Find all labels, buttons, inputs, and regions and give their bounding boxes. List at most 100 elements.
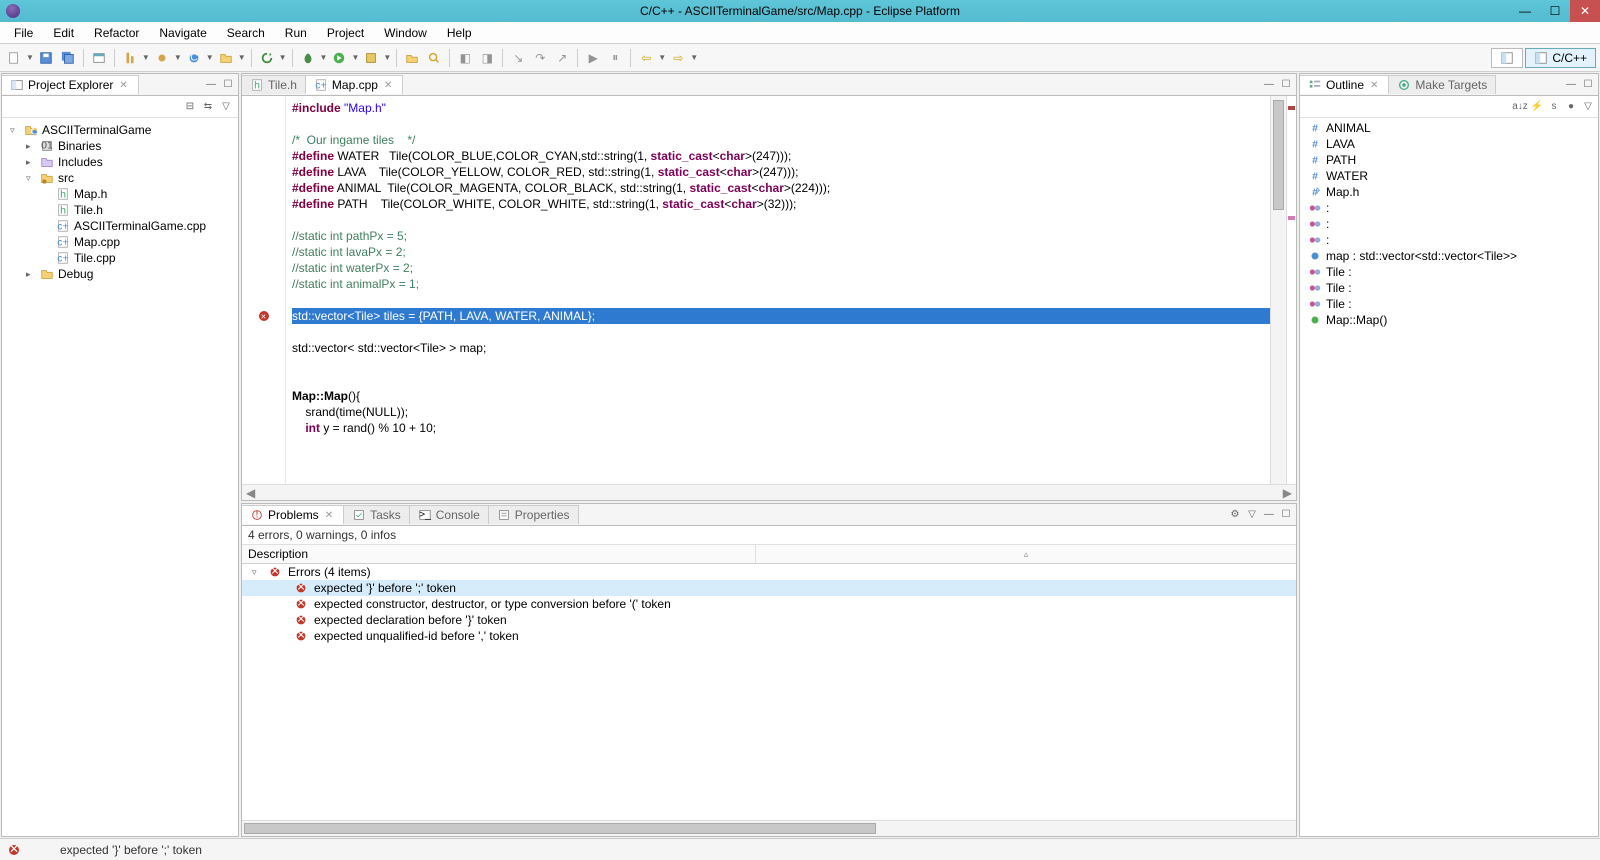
- outline-item[interactable]: #WATER: [1302, 168, 1596, 184]
- suspend-button[interactable]: ⏸: [605, 48, 625, 68]
- minimize-view-button[interactable]: —: [1563, 77, 1579, 93]
- overview-ruler[interactable]: [1286, 96, 1296, 484]
- tab-tasks[interactable]: Tasks: [344, 505, 410, 524]
- close-icon[interactable]: ✕: [117, 80, 129, 91]
- problems-group-errors[interactable]: ▿✕Errors (4 items): [242, 564, 1296, 580]
- search-button[interactable]: [424, 48, 444, 68]
- code-area[interactable]: #include "Map.h" /* Our ingame tiles */#…: [286, 96, 1270, 484]
- outline-item[interactable]: Tile :: [1302, 280, 1596, 296]
- problems-header[interactable]: Description ▵: [242, 545, 1296, 564]
- code-line[interactable]: #define WATER Tile(COLOR_BLUE,COLOR_CYAN…: [292, 148, 1270, 164]
- refresh-button[interactable]: [257, 48, 277, 68]
- hide-static-button[interactable]: s: [1546, 99, 1562, 115]
- code-line[interactable]: #define PATH Tile(COLOR_WHITE, COLOR_WHI…: [292, 196, 1270, 212]
- code-line[interactable]: int y = rand() % 10 + 10;: [292, 420, 1270, 436]
- vertical-scrollbar[interactable]: [1270, 96, 1286, 484]
- menu-navigate[interactable]: Navigate: [149, 24, 216, 42]
- project-tree[interactable]: ▿CASCIITerminalGame▸01Binaries▸Includes▿…: [2, 118, 238, 836]
- tree-folder-debug[interactable]: ▸Debug: [4, 266, 236, 282]
- toggle-button-2[interactable]: ◨: [477, 48, 497, 68]
- tab-project-explorer[interactable]: Project Explorer ✕: [2, 75, 139, 94]
- code-line[interactable]: Map::Map(){: [292, 388, 1270, 404]
- step-button-1[interactable]: ↘: [508, 48, 528, 68]
- code-line[interactable]: //static int animalPx = 1;: [292, 276, 1270, 292]
- problem-row[interactable]: ✕expected '}' before ';' token: [242, 580, 1296, 596]
- view-menu-button[interactable]: ▽: [218, 99, 234, 115]
- nav-back-button[interactable]: ⇦: [636, 48, 656, 68]
- outline-item[interactable]: Tile :: [1302, 264, 1596, 280]
- menu-window[interactable]: Window: [374, 24, 437, 42]
- error-marker-icon[interactable]: [259, 311, 269, 321]
- outline-item[interactable]: Map::Map(): [1302, 312, 1596, 328]
- code-line[interactable]: //static int waterPx = 2;: [292, 260, 1270, 276]
- menu-project[interactable]: Project: [317, 24, 374, 42]
- code-line[interactable]: /* Our ingame tiles */: [292, 132, 1270, 148]
- code-line[interactable]: //static int pathPx = 5;: [292, 228, 1270, 244]
- window-maximize-button[interactable]: ☐: [1540, 0, 1570, 22]
- editor-tab[interactable]: hTile.h: [242, 75, 306, 94]
- outline-item[interactable]: map : std::vector<std::vector<Tile>>: [1302, 248, 1596, 264]
- tree-file[interactable]: hTile.h: [4, 202, 236, 218]
- tree-file[interactable]: c+Tile.cpp: [4, 250, 236, 266]
- minimize-view-button[interactable]: —: [203, 77, 219, 93]
- code-line[interactable]: std::vector< std::vector<Tile> > map;: [292, 340, 1270, 356]
- hscroll-right-icon[interactable]: ▶: [1283, 486, 1292, 500]
- open-perspective-button[interactable]: [1491, 48, 1523, 68]
- code-line[interactable]: [292, 324, 1270, 340]
- new-button[interactable]: [4, 48, 24, 68]
- save-all-button[interactable]: [58, 48, 78, 68]
- editor-tab[interactable]: c+Map.cpp✕: [306, 75, 403, 94]
- problem-row[interactable]: ✕expected constructor, destructor, or ty…: [242, 596, 1296, 612]
- new-folder-button[interactable]: [216, 48, 236, 68]
- switch-editor-button[interactable]: [89, 48, 109, 68]
- tree-folder-binaries[interactable]: ▸01Binaries: [4, 138, 236, 154]
- code-line[interactable]: std::vector<Tile> tiles = {PATH, LAVA, W…: [292, 308, 1270, 324]
- outline-item[interactable]: Tile :: [1302, 296, 1596, 312]
- step-button-3[interactable]: ↗: [552, 48, 572, 68]
- hscroll-left-icon[interactable]: ◀: [246, 486, 255, 500]
- tree-file[interactable]: c+ASCIITerminalGame.cpp: [4, 218, 236, 234]
- maximize-view-button[interactable]: ☐: [1580, 77, 1596, 93]
- hide-fields-button[interactable]: ⚡: [1529, 99, 1545, 115]
- minimize-view-button[interactable]: —: [1261, 507, 1277, 523]
- problems-list[interactable]: ▿✕Errors (4 items)✕expected '}' before '…: [242, 564, 1296, 820]
- tree-project-root[interactable]: ▿CASCIITerminalGame: [4, 122, 236, 138]
- code-line[interactable]: [292, 356, 1270, 372]
- editor-maximize-button[interactable]: ☐: [1278, 77, 1294, 93]
- toggle-button-1[interactable]: ◧: [455, 48, 475, 68]
- menu-refactor[interactable]: Refactor: [84, 24, 149, 42]
- new-class-button[interactable]: C: [184, 48, 204, 68]
- close-icon[interactable]: ✕: [323, 510, 335, 521]
- outline-item[interactable]: #PATH: [1302, 152, 1596, 168]
- menu-edit[interactable]: Edit: [43, 24, 84, 42]
- tree-file[interactable]: c+Map.cpp: [4, 234, 236, 250]
- menu-run[interactable]: Run: [275, 24, 317, 42]
- c-cpp-perspective-button[interactable]: C/C++: [1525, 48, 1596, 68]
- expand-columns-icon[interactable]: ▵: [756, 545, 1296, 563]
- window-minimize-button[interactable]: —: [1510, 0, 1540, 22]
- problem-row[interactable]: ✕expected unqualified-id before ',' toke…: [242, 628, 1296, 644]
- menu-search[interactable]: Search: [217, 24, 275, 42]
- nav-forward-button[interactable]: ⇨: [668, 48, 688, 68]
- hide-nonpublic-button[interactable]: ●: [1563, 99, 1579, 115]
- code-line[interactable]: [292, 372, 1270, 388]
- tree-folder-src[interactable]: ▿src: [4, 170, 236, 186]
- code-line[interactable]: [292, 116, 1270, 132]
- code-line[interactable]: #define LAVA Tile(COLOR_YELLOW, COLOR_RE…: [292, 164, 1270, 180]
- outline-item[interactable]: #Map.h: [1302, 184, 1596, 200]
- build-button[interactable]: [120, 48, 140, 68]
- collapse-all-button[interactable]: ⊟: [182, 99, 198, 115]
- step-button-2[interactable]: ↷: [530, 48, 550, 68]
- debug-button[interactable]: [298, 48, 318, 68]
- problem-row[interactable]: ✕expected declaration before '}' token: [242, 612, 1296, 628]
- maximize-view-button[interactable]: ☐: [1278, 507, 1294, 523]
- code-line[interactable]: srand(time(NULL));: [292, 404, 1270, 420]
- code-line[interactable]: #include "Map.h": [292, 100, 1270, 116]
- outline-item[interactable]: #ANIMAL: [1302, 120, 1596, 136]
- code-line[interactable]: #define ANIMAL Tile(COLOR_MAGENTA, COLOR…: [292, 180, 1270, 196]
- maximize-view-button[interactable]: ☐: [220, 77, 236, 93]
- view-menu-button[interactable]: ▽: [1580, 99, 1596, 115]
- outline-item[interactable]: :: [1302, 232, 1596, 248]
- outline-item[interactable]: :: [1302, 216, 1596, 232]
- open-type-button[interactable]: [402, 48, 422, 68]
